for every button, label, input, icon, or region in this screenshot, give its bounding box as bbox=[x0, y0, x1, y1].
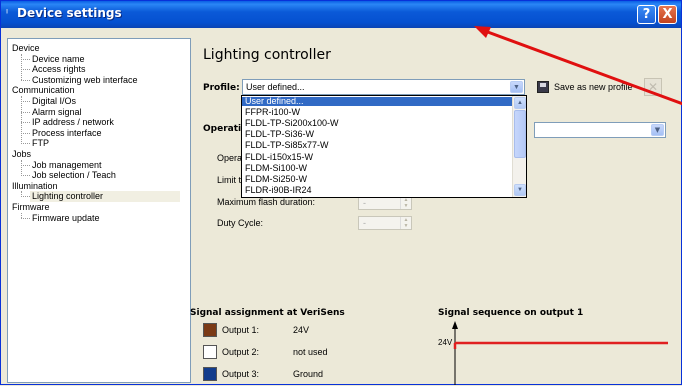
tree-connector bbox=[21, 217, 30, 219]
save-icon[interactable] bbox=[537, 81, 549, 93]
signal-sequence-title: Signal sequence on output 1 bbox=[438, 308, 584, 318]
tree-connector bbox=[21, 53, 22, 81]
tree-connector bbox=[21, 111, 30, 113]
tree-connector bbox=[21, 69, 30, 71]
dropdown-scrollbar[interactable]: ▲ ▼ bbox=[512, 96, 526, 197]
tree-item-process-interface[interactable]: Process interface bbox=[32, 128, 102, 139]
save-as-new-profile-button[interactable]: Save as new profile bbox=[554, 82, 633, 92]
spinner-arrows-icon[interactable]: ▲ ▼ bbox=[400, 217, 411, 229]
field-label: Opera bbox=[217, 153, 243, 163]
tree-item-firmware-update[interactable]: Firmware update bbox=[32, 213, 100, 224]
duty-cycle-input[interactable]: - ▲ ▼ bbox=[358, 216, 412, 230]
tree-category[interactable]: Firmware bbox=[12, 202, 50, 213]
help-button[interactable]: ? bbox=[637, 5, 656, 24]
output-1-color-swatch bbox=[203, 323, 217, 337]
tree-item-alarm-signal[interactable]: Alarm signal bbox=[32, 107, 82, 118]
profile-option[interactable]: FLDL-i150x15-W bbox=[242, 152, 513, 162]
scrollbar-thumb[interactable] bbox=[514, 110, 526, 158]
tree-item-ftp[interactable]: FTP bbox=[32, 138, 49, 149]
profile-option[interactable]: FLDM-Si100-W bbox=[242, 163, 513, 173]
operating-mode-select[interactable]: ▼ bbox=[534, 122, 666, 138]
title-bar[interactable]: ᴵ Device settings ? X bbox=[1, 1, 681, 28]
profile-option[interactable]: FLDL-TP-Si85x77-W bbox=[242, 141, 513, 151]
tree-connector bbox=[21, 96, 22, 144]
tree-category[interactable]: Illumination bbox=[12, 181, 58, 192]
signal-axis-arrow bbox=[452, 321, 458, 329]
tree-item-ip-address-network[interactable]: IP address / network bbox=[32, 117, 114, 128]
window-title: Device settings bbox=[17, 6, 122, 20]
output-2-value: not used bbox=[293, 347, 328, 357]
operating-mode-label: Operati bbox=[203, 124, 242, 134]
tree-item-customizing-web-interface[interactable]: Customizing web interface bbox=[32, 75, 138, 86]
tree-category[interactable]: Jobs bbox=[12, 149, 31, 160]
profile-option[interactable]: FLDM-Si250-W bbox=[242, 174, 513, 184]
duty-cycle-value: - bbox=[363, 218, 366, 228]
profile-option[interactable]: FLDL-TP-Si36-W bbox=[242, 129, 513, 139]
tree-connector bbox=[21, 132, 30, 134]
chevron-down-icon[interactable]: ▼ bbox=[651, 124, 664, 136]
scroll-down-icon[interactable]: ▼ bbox=[514, 184, 526, 196]
chevron-down-icon[interactable]: ▼ bbox=[510, 81, 523, 93]
output-2-color-swatch bbox=[203, 345, 217, 359]
tree-connector bbox=[21, 196, 30, 198]
max-flash-duration-input[interactable]: - ▲ ▼ bbox=[358, 196, 412, 210]
signal-assignment-title: Signal assignment at VeriSens bbox=[190, 308, 345, 318]
tree-item-digital-i-os[interactable]: Digital I/Os bbox=[32, 96, 76, 107]
output-3-color-swatch bbox=[203, 367, 217, 381]
tree-connector bbox=[21, 58, 30, 60]
tree-category[interactable]: Device bbox=[12, 43, 40, 54]
tree-connector bbox=[21, 164, 30, 166]
tree-item-lighting-controller[interactable]: Lighting controller bbox=[30, 191, 180, 203]
profile-option[interactable]: FLDR-i90B-IR24 bbox=[242, 185, 513, 195]
profile-select-value: User defined... bbox=[246, 82, 305, 92]
max-flash-duration-value: - bbox=[363, 198, 366, 208]
output-3-value: Ground bbox=[293, 369, 324, 379]
profile-label: Profile: bbox=[203, 83, 240, 93]
settings-tree: Device Device name Access rights Customizin… bbox=[7, 38, 191, 383]
tree-connector bbox=[21, 212, 22, 219]
tree-connector bbox=[21, 122, 30, 124]
tree-category[interactable]: Communication bbox=[12, 85, 75, 96]
window-icon: ᴵ bbox=[6, 7, 9, 20]
tree-item-job-management[interactable]: Job management bbox=[32, 160, 102, 171]
profile-select[interactable]: User defined... ▼ bbox=[242, 79, 525, 95]
tree-item-job-selection-teach[interactable]: Job selection / Teach bbox=[32, 170, 116, 181]
profile-option[interactable]: FFPR-i100-W bbox=[242, 107, 513, 117]
tree-connector bbox=[21, 101, 30, 102]
profile-option[interactable]: FLDL-TP-Si200x100-W bbox=[242, 118, 513, 128]
profile-dropdown-list[interactable]: User defined... FFPR-i100-W FLDL-TP-Si200x… bbox=[241, 95, 527, 198]
tree-item-device-name[interactable]: Device name bbox=[32, 54, 85, 65]
tree-connector bbox=[21, 143, 30, 145]
delete-profile-icon[interactable]: ✕ bbox=[644, 78, 662, 96]
profile-option[interactable]: User defined... bbox=[242, 96, 513, 107]
tree-connector bbox=[21, 191, 22, 197]
device-settings-window: ᴵ Device settings ? X Device Device name A… bbox=[0, 0, 682, 385]
signal-sequence-plot bbox=[452, 321, 668, 385]
page-title: Lighting controller bbox=[203, 47, 331, 63]
close-button[interactable]: X bbox=[658, 5, 677, 24]
field-label: Maximum flash duration: bbox=[217, 197, 316, 207]
scroll-up-icon[interactable]: ▲ bbox=[514, 97, 526, 109]
tree-connector bbox=[21, 159, 22, 176]
spinner-arrows-icon[interactable]: ▲ ▼ bbox=[400, 197, 411, 209]
output-1-value: 24V bbox=[293, 325, 310, 335]
field-label: Duty Cycle: bbox=[217, 218, 264, 228]
tree-connector bbox=[21, 175, 30, 177]
tree-connector bbox=[21, 79, 30, 81]
output-1-label: Output 1: bbox=[222, 325, 260, 335]
tree-item-access-rights[interactable]: Access rights bbox=[32, 64, 86, 75]
output-3-label: Output 3: bbox=[222, 369, 260, 379]
output-2-label: Output 2: bbox=[222, 347, 260, 357]
